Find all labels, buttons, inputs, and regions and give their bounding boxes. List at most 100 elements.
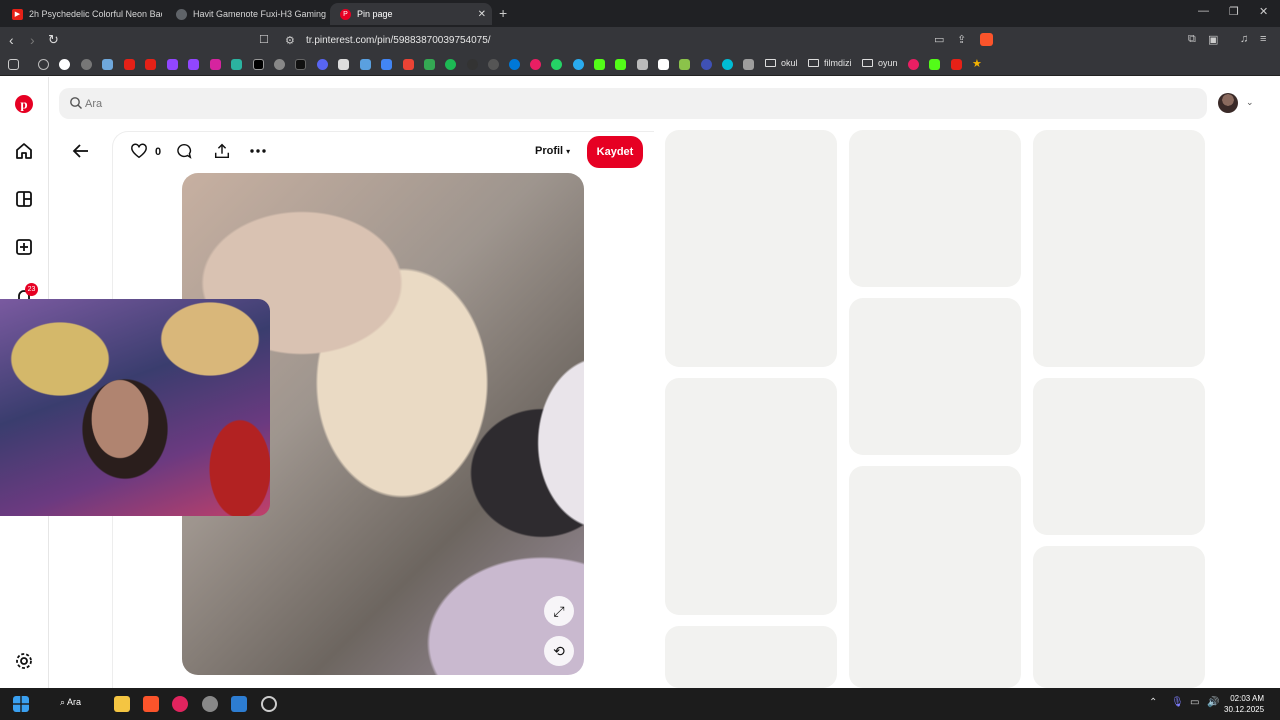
folder-icon [808,59,819,67]
bookmark-icon-10[interactable] [637,59,648,70]
photos-icon[interactable] [231,696,247,712]
edge-icon[interactable] [509,59,520,70]
twitch-icon[interactable] [167,59,178,70]
bookmark-folder-filmdizi[interactable]: filmdizi [808,58,852,68]
bookmark-icon-9[interactable] [530,59,541,70]
explore-icon[interactable] [14,189,34,209]
network-icon[interactable]: ▭ [1190,697,1199,708]
visual-search-icon[interactable]: ⟲ [544,636,574,666]
back-nav-icon[interactable]: ‹ [9,32,14,48]
avatar[interactable] [1218,93,1238,113]
search-input[interactable] [85,94,985,113]
tab-youtube[interactable]: ▶ 2h Psychedelic Colorful Neon Backgr [2,3,162,25]
expand-icon[interactable]: ⤢ [544,596,574,626]
x-icon[interactable] [253,59,264,70]
more-options-icon[interactable] [248,141,268,161]
extensions-icon[interactable]: ⧉ [1188,33,1200,45]
spotify-icon[interactable] [445,59,456,70]
settings-icon[interactable] [14,651,34,671]
apps-icon[interactable] [8,59,19,70]
clock[interactable]: 02:03 AM 30.12.2025 [1224,693,1264,715]
drive-icon[interactable] [424,59,435,70]
app-icon[interactable] [202,696,218,712]
folder-icon [765,59,776,67]
steam-icon[interactable] [261,696,277,712]
media-player-icon[interactable] [172,696,188,712]
mic-icon[interactable]: 🎙 [1171,697,1184,708]
bookmark-icon-6[interactable] [360,59,371,70]
new-tab-button[interactable]: + [499,5,507,21]
forward-nav-icon[interactable]: › [30,32,35,48]
bookmark-folder-okul[interactable]: okul [765,58,798,68]
tab-pin-page[interactable]: P Pin page ✕ [330,3,492,25]
star-icon[interactable]: ★ [972,59,983,70]
skeleton-pin [849,298,1021,455]
history-icon[interactable] [38,59,49,70]
whatsapp-icon[interactable] [551,59,562,70]
bookmark-icon-5[interactable] [338,59,349,70]
back-arrow-icon[interactable] [71,141,91,161]
wallet-icon[interactable]: ▣ [1208,33,1220,46]
discord-icon[interactable] [317,59,328,70]
telegram-icon[interactable] [573,59,584,70]
tab-havit[interactable]: Havit Gamenote Fuxi-H3 Gaming Oy [166,3,326,25]
brave-shield-icon[interactable] [980,33,993,46]
google-icon[interactable] [59,59,70,70]
gmail-icon[interactable] [403,59,414,70]
url-field[interactable]: ⚙ tr.pinterest.com/pin/59883870039754075… [274,30,1000,51]
share-upload-icon[interactable] [213,141,231,161]
bookmark-icon-15[interactable] [743,59,754,70]
chevron-down-icon[interactable]: ⌄ [1246,97,1254,108]
reload-icon[interactable]: ↻ [48,32,59,48]
like-count: 0 [155,146,162,158]
bookmark-icon-11[interactable] [658,59,669,70]
share-icon[interactable]: ⇪ [957,33,969,46]
kick-icon[interactable] [615,59,626,70]
tray-overflow-icon[interactable]: ⌃ [1149,697,1157,708]
save-button[interactable]: Kaydet [587,136,643,168]
menu-icon[interactable]: ≡ [1260,33,1272,45]
cast-icon[interactable]: ▭ [934,33,946,46]
profile-dropdown[interactable]: Profil ▾ [535,145,570,157]
tiktok-icon[interactable] [295,59,306,70]
pinterest-logo-icon[interactable]: p [14,94,34,114]
comment-icon[interactable] [175,141,193,161]
kick-icon[interactable] [594,59,605,70]
restore-icon[interactable]: ❐ [1229,5,1239,18]
youtube-bookmark-icon[interactable] [951,59,962,70]
clock-time: 02:03 AM [1230,694,1265,703]
bookmark-icon-13[interactable] [701,59,712,70]
bookmark-icon-4[interactable] [274,59,285,70]
search-bar[interactable] [59,88,1207,119]
kick-icon[interactable] [929,59,940,70]
instagram-icon[interactable] [210,59,221,70]
bookmark-icon-14[interactable] [722,59,733,70]
home-icon[interactable] [14,141,34,161]
bookmark-icon-3[interactable] [231,59,242,70]
bookmark-icon-7[interactable] [381,59,392,70]
minimize-icon[interactable]: — [1198,5,1209,17]
volume-icon[interactable]: 🔊 [1207,697,1219,708]
youtube-bookmark-icon[interactable] [145,59,156,70]
bookmark-icon[interactable]: ☐ [259,33,271,46]
bookmark-icon-16[interactable] [908,59,919,70]
site-info-icon[interactable]: ⚙ [285,34,297,47]
bookmark-icon-12[interactable] [679,59,690,70]
bookmark-icon-1[interactable] [81,59,92,70]
github-icon[interactable] [488,59,499,70]
bookmark-icon-8[interactable] [467,59,478,70]
youtube-bookmark-icon[interactable] [124,59,135,70]
close-tab-icon[interactable]: ✕ [478,9,486,20]
media-icon[interactable]: ♫ [1240,33,1252,45]
bookmark-folder-oyun[interactable]: oyun [862,58,898,68]
twitch-icon[interactable] [188,59,199,70]
windows-start-icon[interactable] [13,696,29,712]
taskbar-search[interactable]: ⌕ Ara [60,697,81,708]
file-explorer-icon[interactable] [114,696,130,712]
bookmark-icon-2[interactable] [102,59,113,70]
like-heart-icon[interactable] [130,141,148,161]
close-window-icon[interactable]: ✕ [1259,5,1268,18]
brave-icon[interactable] [143,696,159,712]
svg-text:p: p [20,97,27,112]
create-icon[interactable] [14,237,34,257]
